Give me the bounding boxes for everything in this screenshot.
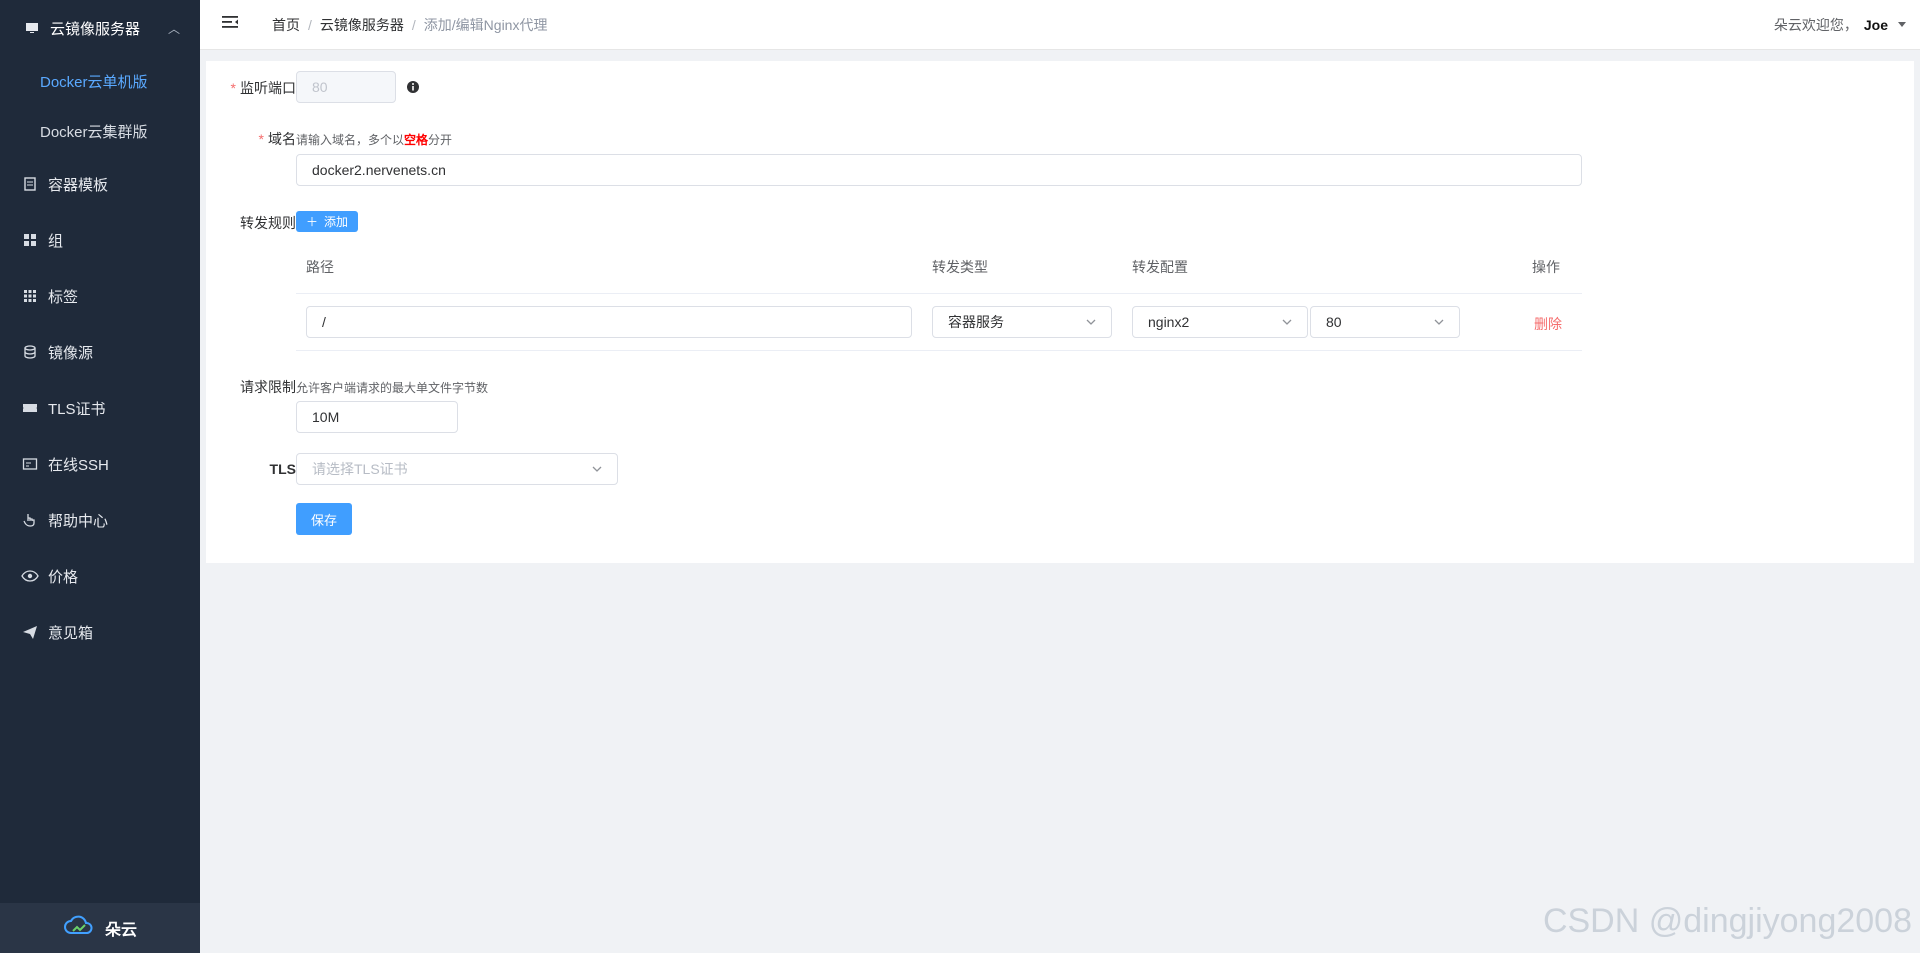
request-limit-label: 请求限制 xyxy=(240,379,296,395)
hand-pointer-icon xyxy=(18,512,42,528)
table-divider xyxy=(296,350,1582,351)
request-limit-hint: 允许客户端请求的最大单文件字节数 xyxy=(296,381,489,395)
breadcrumb: 首页 / 云镜像服务器 / 添加/编辑Nginx代理 xyxy=(272,15,547,35)
sidebar-item-price[interactable]: 价格 xyxy=(0,548,200,604)
tls-label: TLS xyxy=(269,461,296,477)
sidebar-item-label: 标签 xyxy=(48,288,79,306)
rule-config-value: nginx2 xyxy=(1148,314,1190,330)
grid-icon xyxy=(18,232,42,248)
save-button[interactable]: 保存 xyxy=(296,503,352,535)
terminal-icon xyxy=(18,456,42,472)
rule-type-value: 容器服务 xyxy=(948,314,1004,330)
listen-port-value: 80 xyxy=(312,79,328,95)
watermark: CSDN @dingjiyong2008 xyxy=(1542,902,1912,940)
sidebar-item-online-ssh[interactable]: 在线SSH xyxy=(0,436,200,492)
listen-port-label: * 监听端口 xyxy=(230,80,296,96)
sidebar-item-label: 在线SSH xyxy=(48,456,109,474)
rule-port-select[interactable]: 80 xyxy=(1310,306,1460,338)
sidebar-item-tls-cert[interactable]: TLS证书 xyxy=(0,380,200,436)
delete-rule-link[interactable]: 删除 xyxy=(1534,314,1562,334)
domain-value: docker2.nervenets.cn xyxy=(312,162,446,178)
forward-rules-label: 转发规则 xyxy=(240,215,296,231)
sidebar-item-docker-single[interactable]: Docker云单机版 xyxy=(0,56,200,106)
sidebar-item-label: 价格 xyxy=(48,568,79,586)
column-header-action: 操作 xyxy=(1532,259,1560,275)
top-header: 首页 / 云镜像服务器 / 添加/编辑Nginx代理 朵云欢迎您， Joe xyxy=(200,0,1920,50)
sidebar-group-label: 云镜像服务器 xyxy=(50,20,141,38)
breadcrumb-separator: / xyxy=(308,16,312,33)
sidebar-item-tag[interactable]: 标签 xyxy=(0,268,200,324)
domain-input[interactable]: docker2.nervenets.cn xyxy=(296,154,1582,186)
chevron-down-icon xyxy=(592,466,602,472)
sidebar-item-label: 镜像源 xyxy=(48,344,94,362)
chevron-down-icon xyxy=(1282,319,1292,325)
user-greeting: 朵云欢迎您， xyxy=(1773,16,1858,33)
sidebar-footer-brand: 朵云 xyxy=(0,903,200,953)
user-menu[interactable]: 朵云欢迎您， Joe xyxy=(1774,15,1906,35)
ticket-icon xyxy=(18,400,42,416)
sidebar-item-label: 意见箱 xyxy=(48,624,94,642)
column-header-path: 路径 xyxy=(306,259,334,275)
brand-name: 朵云 xyxy=(104,922,137,939)
sidebar-item-label: 容器模板 xyxy=(48,176,109,194)
database-icon xyxy=(18,344,42,360)
sidebar-item-image-source[interactable]: 镜像源 xyxy=(0,324,200,380)
domain-hint: 请输入域名，多个以空格分开 xyxy=(296,133,453,147)
paper-plane-icon xyxy=(18,624,42,640)
add-rule-label: 添加 xyxy=(324,215,349,229)
sidebar-item-help-center[interactable]: 帮助中心 xyxy=(0,492,200,548)
rule-type-select[interactable]: 容器服务 xyxy=(932,306,1112,338)
chevron-up-icon: ︿ xyxy=(167,21,180,36)
request-limit-value: 10M xyxy=(312,409,340,425)
apps-icon xyxy=(18,288,42,304)
sidebar-item-label: Docker云单机版 xyxy=(40,73,148,91)
menu-toggle-button[interactable] xyxy=(216,11,244,39)
sidebar-item-container-template[interactable]: 容器模板 xyxy=(0,156,200,212)
sidebar-item-label: 组 xyxy=(48,232,64,250)
rule-port-value: 80 xyxy=(1326,314,1342,330)
sidebar-item-feedback[interactable]: 意见箱 xyxy=(0,604,200,660)
domain-label: * 域名 xyxy=(258,131,296,147)
breadcrumb-separator: / xyxy=(411,16,416,33)
user-name: Joe xyxy=(1863,16,1888,33)
nginx-proxy-form: * 监听端口 80 * 域名 请输入域名，多个以空格分开 docker2.nerve… xyxy=(206,61,1914,563)
breadcrumb-home[interactable]: 首页 xyxy=(272,15,300,35)
rule-path-value: / xyxy=(322,314,326,330)
sidebar-item-label: 帮助中心 xyxy=(48,512,109,530)
sidebar-item-label: TLS证书 xyxy=(48,400,106,418)
info-icon[interactable] xyxy=(406,80,420,99)
rule-path-input[interactable]: / xyxy=(306,306,912,338)
listen-port-input: 80 xyxy=(296,71,396,103)
document-icon xyxy=(18,176,42,192)
chevron-down-icon xyxy=(1086,319,1096,325)
tls-placeholder: 请选择TLS证书 xyxy=(312,461,408,477)
breadcrumb-current: 添加/编辑Nginx代理 xyxy=(423,16,548,33)
table-divider xyxy=(296,293,1582,294)
caret-down-icon xyxy=(1898,22,1906,27)
app-root: 云镜像服务器 ︿ Docker云单机版 Docker云集群版 容器模板 组 标签… xyxy=(0,0,1920,953)
sidebar-group-cloud-mirror[interactable]: 云镜像服务器 ︿ xyxy=(0,0,200,56)
request-limit-input[interactable]: 10M xyxy=(296,401,458,433)
rule-config-select[interactable]: nginx2 xyxy=(1132,306,1308,338)
add-rule-button[interactable]: ＋ 添加 xyxy=(296,211,359,232)
sidebar-item-docker-cluster[interactable]: Docker云集群版 xyxy=(0,106,200,156)
sidebar-item-label: Docker云集群版 xyxy=(40,123,148,141)
cloud-logo-icon xyxy=(63,915,95,942)
sidebar: 云镜像服务器 ︿ Docker云单机版 Docker云集群版 容器模板 组 标签… xyxy=(0,0,200,953)
column-header-forward-config: 转发配置 xyxy=(1132,259,1188,275)
plus-icon: ＋ xyxy=(306,215,319,229)
eye-icon xyxy=(18,568,42,584)
breadcrumb-cloud-mirror[interactable]: 云镜像服务器 xyxy=(320,15,404,35)
sidebar-item-group[interactable]: 组 xyxy=(0,212,200,268)
column-header-forward-type: 转发类型 xyxy=(932,259,988,275)
chevron-down-icon xyxy=(1434,319,1444,325)
menu-fold-icon xyxy=(221,14,239,35)
tls-select[interactable]: 请选择TLS证书 xyxy=(296,453,618,485)
monitor-icon xyxy=(20,20,44,36)
